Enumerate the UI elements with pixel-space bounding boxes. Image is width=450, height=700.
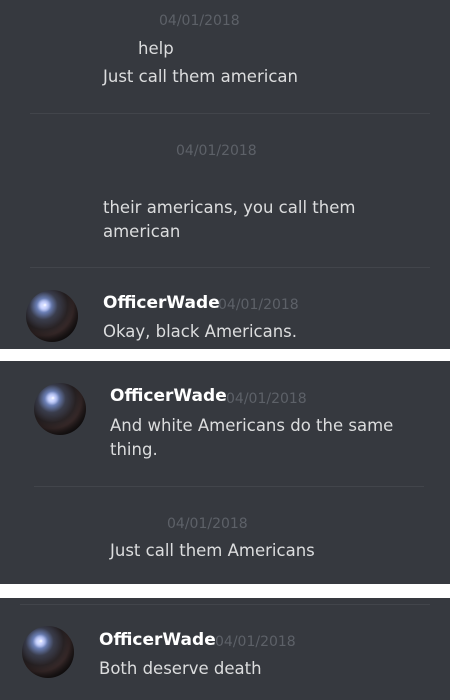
avatar-sparkle-icon — [34, 634, 48, 648]
message-text: help — [138, 39, 174, 58]
message-text: Okay, black Americans. — [103, 322, 298, 341]
avatar-sparkle-icon — [46, 391, 60, 405]
author-timestamp: 04/01/2018 — [226, 391, 307, 407]
message-text: their americans, you call them — [103, 198, 356, 217]
author-name[interactable]: OfficerWade — [110, 386, 227, 406]
author-timestamp: 04/01/2018 — [215, 634, 296, 650]
message-timestamp: 04/01/2018 — [167, 516, 248, 532]
user-avatar[interactable] — [26, 290, 78, 342]
user-avatar[interactable] — [34, 383, 86, 435]
avatar-sparkle-icon — [38, 298, 52, 312]
message-divider — [20, 604, 430, 605]
chat-panel-2: OfficerWade 04/01/2018 And white America… — [0, 361, 450, 584]
author-name[interactable]: OfficerWade — [103, 293, 220, 313]
message-text: And white Americans do the same — [110, 416, 394, 435]
message-text: Both deserve death — [99, 659, 262, 678]
chat-panel-1: 04/01/2018 help Just call them american … — [0, 0, 450, 349]
author-name[interactable]: OfficerWade — [99, 630, 216, 650]
message-divider — [30, 113, 430, 114]
chat-panel-3: OfficerWade 04/01/2018 Both deserve deat… — [0, 598, 450, 700]
message-text: Just call them Americans — [110, 541, 315, 560]
message-text: thing. — [110, 440, 158, 459]
author-timestamp: 04/01/2018 — [218, 297, 299, 313]
message-text: Just call them american — [103, 67, 298, 86]
message-text: american — [103, 222, 181, 241]
message-timestamp: 04/01/2018 — [159, 13, 240, 29]
user-avatar[interactable] — [22, 626, 74, 678]
message-divider — [34, 486, 424, 487]
message-timestamp: 04/01/2018 — [176, 143, 257, 159]
message-divider — [30, 267, 430, 268]
